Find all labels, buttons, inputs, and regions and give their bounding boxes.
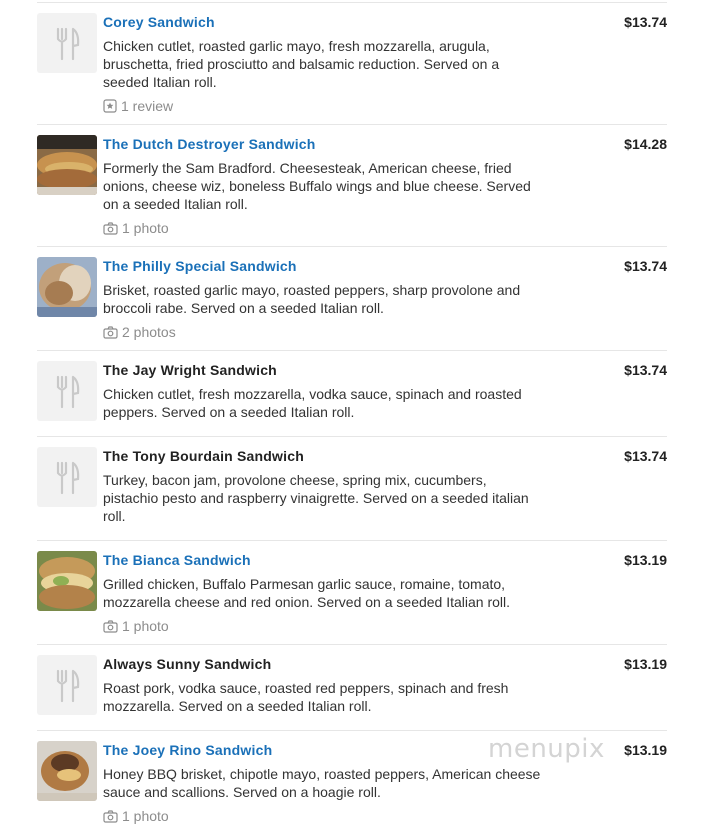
sandwich-photo[interactable] — [37, 257, 97, 317]
item-description: Brisket, roasted garlic mayo, roasted pe… — [103, 282, 521, 316]
item-name-link[interactable]: The Philly Special Sandwich — [103, 257, 543, 275]
item-price: $13.19 — [624, 742, 667, 758]
photo-count: 2 photos — [122, 324, 176, 340]
item-description: Grilled chicken, Buffalo Parmesan garlic… — [103, 576, 511, 610]
menu-item: The Tony Bourdain Sandwich Turkey, bacon… — [37, 437, 667, 541]
sandwich-photo[interactable] — [37, 551, 97, 611]
watermark-logo: menupix — [488, 734, 605, 764]
item-name-link[interactable]: The Bianca Sandwich — [103, 551, 543, 569]
item-price: $13.74 — [624, 448, 667, 464]
item-description: Turkey, bacon jam, provolone cheese, spr… — [103, 472, 529, 524]
item-description: Roast pork, vodka sauce, roasted red pep… — [103, 680, 509, 714]
photo-count: 1 photo — [122, 220, 169, 236]
item-price: $13.74 — [624, 362, 667, 378]
photo-count: 1 photo — [122, 618, 169, 634]
photo-link[interactable]: 1 photo — [103, 617, 543, 635]
item-price: $13.74 — [624, 258, 667, 274]
camera-icon — [103, 809, 118, 823]
item-price: $14.28 — [624, 136, 667, 152]
camera-icon — [103, 221, 118, 235]
menu-list: Corey Sandwich Chicken cutlet, roasted g… — [37, 2, 667, 835]
menu-item: Corey Sandwich Chicken cutlet, roasted g… — [37, 3, 667, 125]
item-description: Honey BBQ brisket, chipotle mayo, roaste… — [103, 766, 541, 800]
menu-item: The Philly Special Sandwich Brisket, roa… — [37, 247, 667, 351]
item-name: The Jay Wright Sandwich — [103, 362, 277, 378]
review-count: 1 review — [121, 98, 174, 114]
menu-item: The Dutch Destroyer Sandwich Formerly th… — [37, 125, 667, 247]
item-description: Chicken cutlet, fresh mozzarella, vodka … — [103, 386, 522, 420]
utensils-placeholder-icon — [37, 13, 97, 73]
item-price: $13.19 — [624, 656, 667, 672]
utensils-placeholder-icon — [37, 655, 97, 715]
item-price: $13.19 — [624, 552, 667, 568]
item-description: Chicken cutlet, roasted garlic mayo, fre… — [103, 38, 500, 90]
utensils-placeholder-icon — [37, 447, 97, 507]
photo-count: 1 photo — [122, 808, 169, 824]
menu-item: The Jay Wright Sandwich Chicken cutlet, … — [37, 351, 667, 437]
review-link[interactable]: 1 review — [103, 97, 543, 115]
camera-icon — [103, 325, 118, 339]
photo-link[interactable]: 1 photo — [103, 219, 543, 237]
review-star-icon — [103, 99, 117, 113]
item-description: Formerly the Sam Bradford. Cheesesteak, … — [103, 160, 531, 212]
item-name: Always Sunny Sandwich — [103, 656, 272, 672]
camera-icon — [103, 619, 118, 633]
menu-item: Always Sunny Sandwich Roast pork, vodka … — [37, 645, 667, 731]
item-name: The Tony Bourdain Sandwich — [103, 448, 304, 464]
photo-link[interactable]: 2 photos — [103, 323, 543, 341]
photo-link[interactable]: 1 photo — [103, 807, 543, 825]
item-name-link[interactable]: The Joey Rino Sandwich — [103, 741, 543, 759]
menu-item: The Bianca Sandwich Grilled chicken, Buf… — [37, 541, 667, 645]
item-name-link[interactable]: Corey Sandwich — [103, 13, 543, 31]
item-name-link[interactable]: The Dutch Destroyer Sandwich — [103, 135, 543, 153]
sandwich-photo[interactable] — [37, 741, 97, 801]
item-price: $13.74 — [624, 14, 667, 30]
utensils-placeholder-icon — [37, 361, 97, 421]
sandwich-photo[interactable] — [37, 135, 97, 195]
